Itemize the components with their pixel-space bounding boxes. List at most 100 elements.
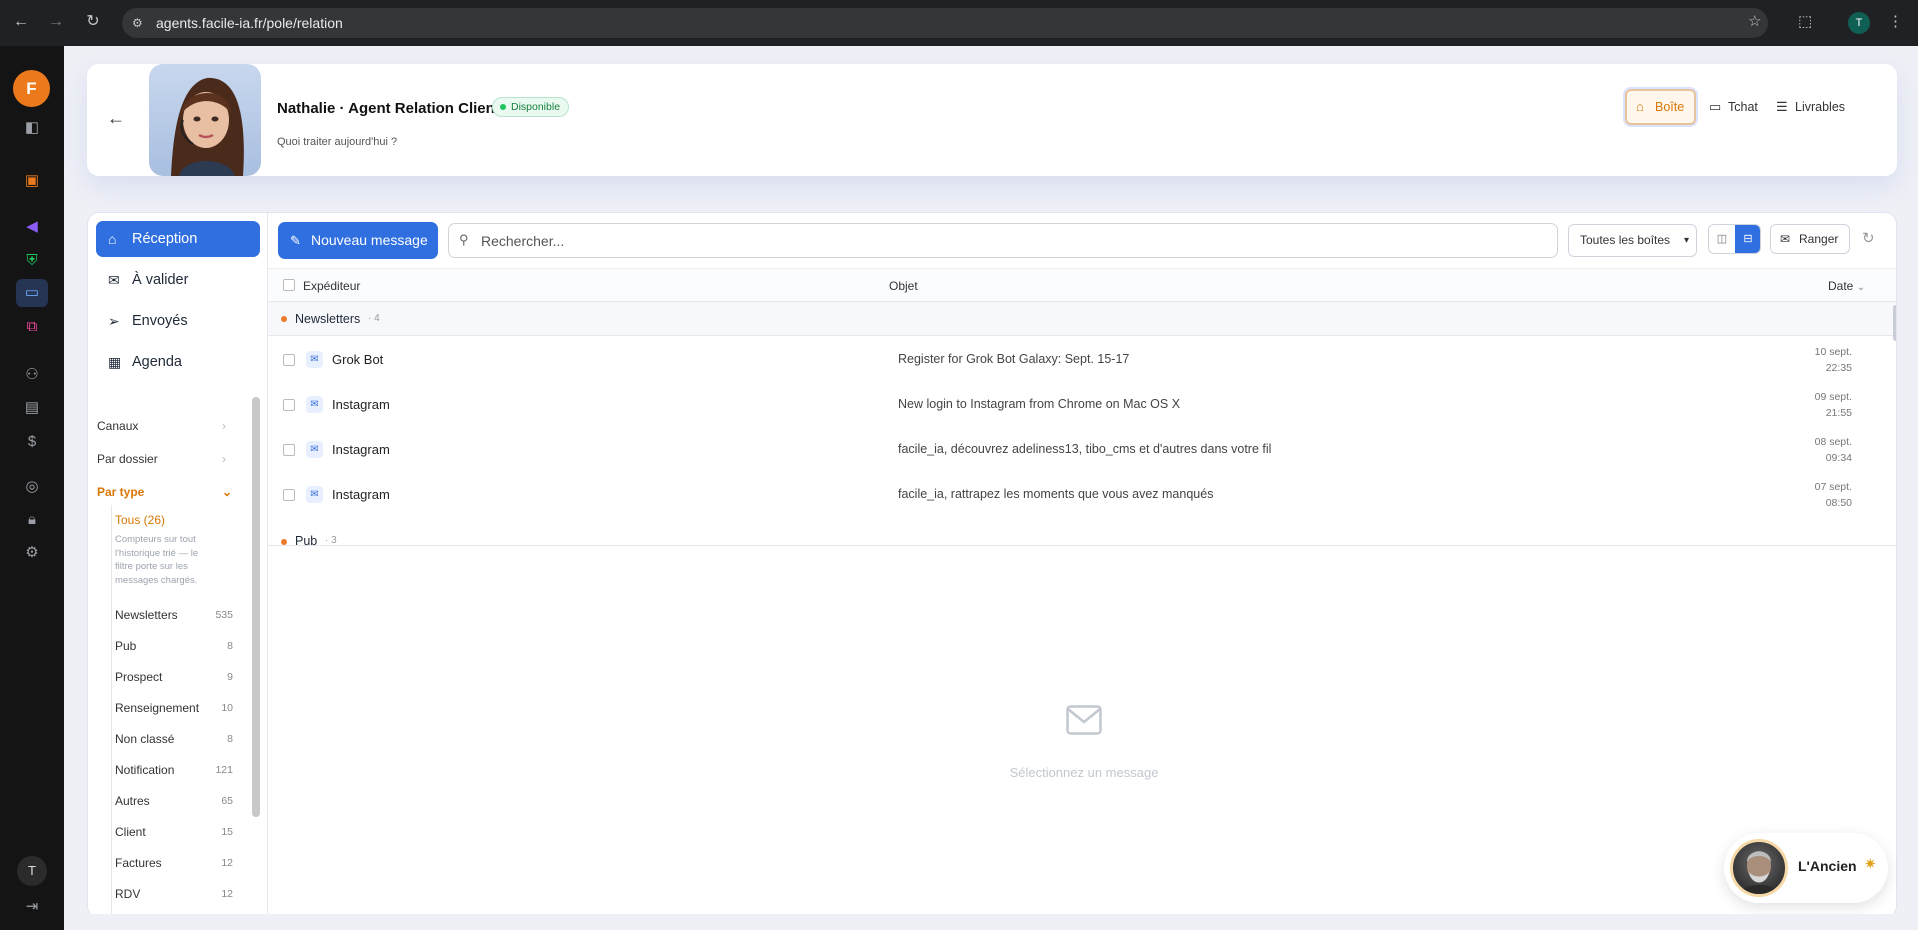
category-pub[interactable]: Pub 8 — [115, 639, 233, 653]
filter-par-dossier[interactable]: Par dossier › — [97, 452, 226, 466]
settings-icon[interactable]: ⚙ — [21, 542, 43, 564]
megaphone-icon[interactable]: ◀ — [21, 216, 43, 238]
tab-livrables[interactable]: ☰ Livrables — [1767, 89, 1855, 125]
category-prospect[interactable]: Prospect 9 — [115, 670, 233, 684]
refresh-icon[interactable]: ↻ — [1862, 229, 1875, 247]
table-row[interactable]: ✉ Instagram New login to Instagram from … — [268, 382, 1896, 427]
category-autres[interactable]: Autres 65 — [115, 794, 233, 808]
filter-canaux[interactable]: Canaux › — [97, 419, 226, 433]
category-count: 8 — [227, 733, 233, 745]
sidebar-item-reception[interactable]: ⌂ Réception — [96, 221, 260, 257]
sidebar-item-a-valider[interactable]: ✉ À valider — [96, 262, 260, 298]
mail-list-area: ✎ Nouveau message ⚲ Toutes les boîtes ▾ … — [268, 213, 1896, 917]
new-message-button[interactable]: ✎ Nouveau message — [278, 222, 438, 259]
filter-label: Par dossier — [97, 452, 158, 466]
logout-icon[interactable]: ⇥ — [21, 896, 43, 918]
select-all-checkbox[interactable] — [283, 279, 295, 291]
browser-profile-avatar[interactable]: T — [1848, 12, 1870, 34]
link-icon[interactable]: ⧉ — [21, 316, 43, 338]
category-count: 15 — [221, 826, 233, 838]
row-date-time: 08:50 — [1825, 497, 1852, 509]
app-logo[interactable]: F — [13, 70, 50, 107]
sidebar-item-agenda[interactable]: ▦ Agenda — [96, 344, 260, 380]
chevron-down-icon: ⌄ — [222, 485, 233, 499]
lock-icon[interactable]: 🔒︎ — [21, 509, 43, 531]
mailbox-select[interactable]: Toutes les boîtes ▾ — [1568, 224, 1697, 257]
tab-livrables-label: Livrables — [1795, 100, 1846, 114]
category-renseignement[interactable]: Renseignement 10 — [115, 701, 233, 715]
row-checkbox[interactable] — [283, 354, 295, 366]
filter-par-type[interactable]: Par type ⌄ — [97, 485, 232, 499]
users-icon[interactable]: ⚇ — [21, 364, 43, 386]
address-bar[interactable]: ⚙ agents.facile-ia.fr/pole/relation — [122, 8, 1768, 38]
filter-label: Par type — [97, 485, 145, 499]
group-header[interactable]: Newsletters · 4 — [268, 302, 1896, 336]
mail-sidebar: ⌂ Réception ✉ À valider ➢ Envoyés ▦ Agen… — [88, 213, 268, 917]
compass-icon[interactable]: ◎ — [21, 476, 43, 498]
empty-preview-text: Sélectionnez un message — [1009, 765, 1159, 780]
category-rdv[interactable]: RDV 12 — [115, 887, 233, 901]
split-vertical-icon[interactable]: ◫ — [1709, 225, 1735, 253]
category-label: RDV — [115, 887, 141, 901]
browser-menu-icon[interactable]: ⋮ — [1888, 12, 1903, 30]
extensions-icon[interactable]: ⬚ — [1798, 12, 1812, 30]
category-notification[interactable]: Notification 121 — [115, 763, 233, 777]
category-count: 12 — [221, 888, 233, 900]
category-newsletters[interactable]: Newsletters 535 — [115, 608, 233, 622]
back-arrow-icon[interactable]: ← — [107, 108, 125, 129]
category-label: Factures — [115, 856, 162, 870]
table-row[interactable]: ✉ Grok Bot Register for Grok Bot Galaxy:… — [268, 337, 1896, 382]
back-arrow-icon[interactable]: ← — [10, 11, 32, 33]
category-count: 12 — [221, 857, 233, 869]
url-text[interactable]: agents.facile-ia.fr/pole/relation — [156, 15, 343, 31]
shield-icon[interactable]: ⛨ — [21, 250, 43, 272]
search-box[interactable]: ⚲ — [448, 223, 1558, 258]
search-input[interactable] — [481, 231, 1541, 251]
row-checkbox[interactable] — [283, 399, 295, 411]
category-non-classe[interactable]: Non classé 8 — [115, 732, 233, 746]
sidebar-item-envoyes[interactable]: ➢ Envoyés — [96, 303, 260, 339]
table-row[interactable]: ✉ Instagram facile_ia, découvrez adeline… — [268, 427, 1896, 472]
sidebar-scrollbar[interactable] — [252, 397, 260, 817]
mail-icon: ✉ — [306, 486, 323, 503]
main-area: ← Nathalie · Agent Relation Client Dispo… — [64, 46, 1918, 930]
dollar-icon[interactable]: $ — [21, 431, 43, 453]
list-scrollbar[interactable] — [1893, 305, 1896, 341]
user-avatar[interactable]: T — [17, 856, 47, 886]
chevron-right-icon: › — [222, 452, 226, 466]
assistant-launcher[interactable]: L'Ancien ✷ — [1724, 833, 1888, 903]
category-factures[interactable]: Factures 12 — [115, 856, 233, 870]
table-row[interactable]: ✉ Instagram facile_ia, rattrapez les mom… — [268, 472, 1896, 517]
sparkle-icon: ✷ — [1864, 856, 1877, 873]
chevron-right-icon: › — [222, 419, 226, 433]
star-icon[interactable]: ☆ — [1748, 12, 1761, 30]
row-checkbox[interactable] — [283, 489, 295, 501]
board-icon[interactable]: ▤ — [21, 397, 43, 419]
category-client[interactable]: Client 15 — [115, 825, 233, 839]
row-date-day: 07 sept. — [1814, 481, 1852, 493]
ranger-button[interactable]: ✉ Ranger — [1770, 224, 1850, 254]
row-date-time: 22:35 — [1825, 362, 1852, 374]
tab-tchat[interactable]: ▭ Tchat — [1700, 89, 1768, 125]
column-subject[interactable]: Objet — [889, 279, 918, 293]
forward-arrow-icon[interactable]: → — [45, 11, 67, 33]
robot-icon[interactable]: ▣ — [21, 170, 43, 192]
group-header[interactable]: Pub · 3 — [268, 527, 1896, 545]
filter-tous[interactable]: Tous (26) — [115, 513, 165, 527]
page-bottom — [64, 914, 1918, 930]
chat-icon[interactable]: ▭ — [16, 279, 48, 307]
sidebar-toggle-icon[interactable]: ◧ — [21, 117, 43, 139]
row-date-time: 21:55 — [1825, 407, 1852, 419]
tab-boite[interactable]: ⌂ Boîte — [1625, 89, 1697, 125]
split-horizontal-icon[interactable]: ⊟ — [1735, 225, 1760, 253]
mail-icon: ✉ — [108, 272, 120, 288]
row-checkbox[interactable] — [283, 444, 295, 456]
row-date: 07 sept. 08:50 — [1786, 479, 1852, 511]
column-sender[interactable]: Expéditeur — [303, 279, 360, 293]
sidebar-item-label: Envoyés — [132, 313, 188, 329]
new-message-label: Nouveau message — [311, 232, 428, 248]
column-date[interactable]: Date ⌄ — [1828, 279, 1865, 293]
site-settings-icon[interactable]: ⚙ — [132, 15, 148, 31]
row-date: 10 sept. 22:35 — [1786, 344, 1852, 376]
reload-icon[interactable]: ↻ — [82, 11, 104, 33]
